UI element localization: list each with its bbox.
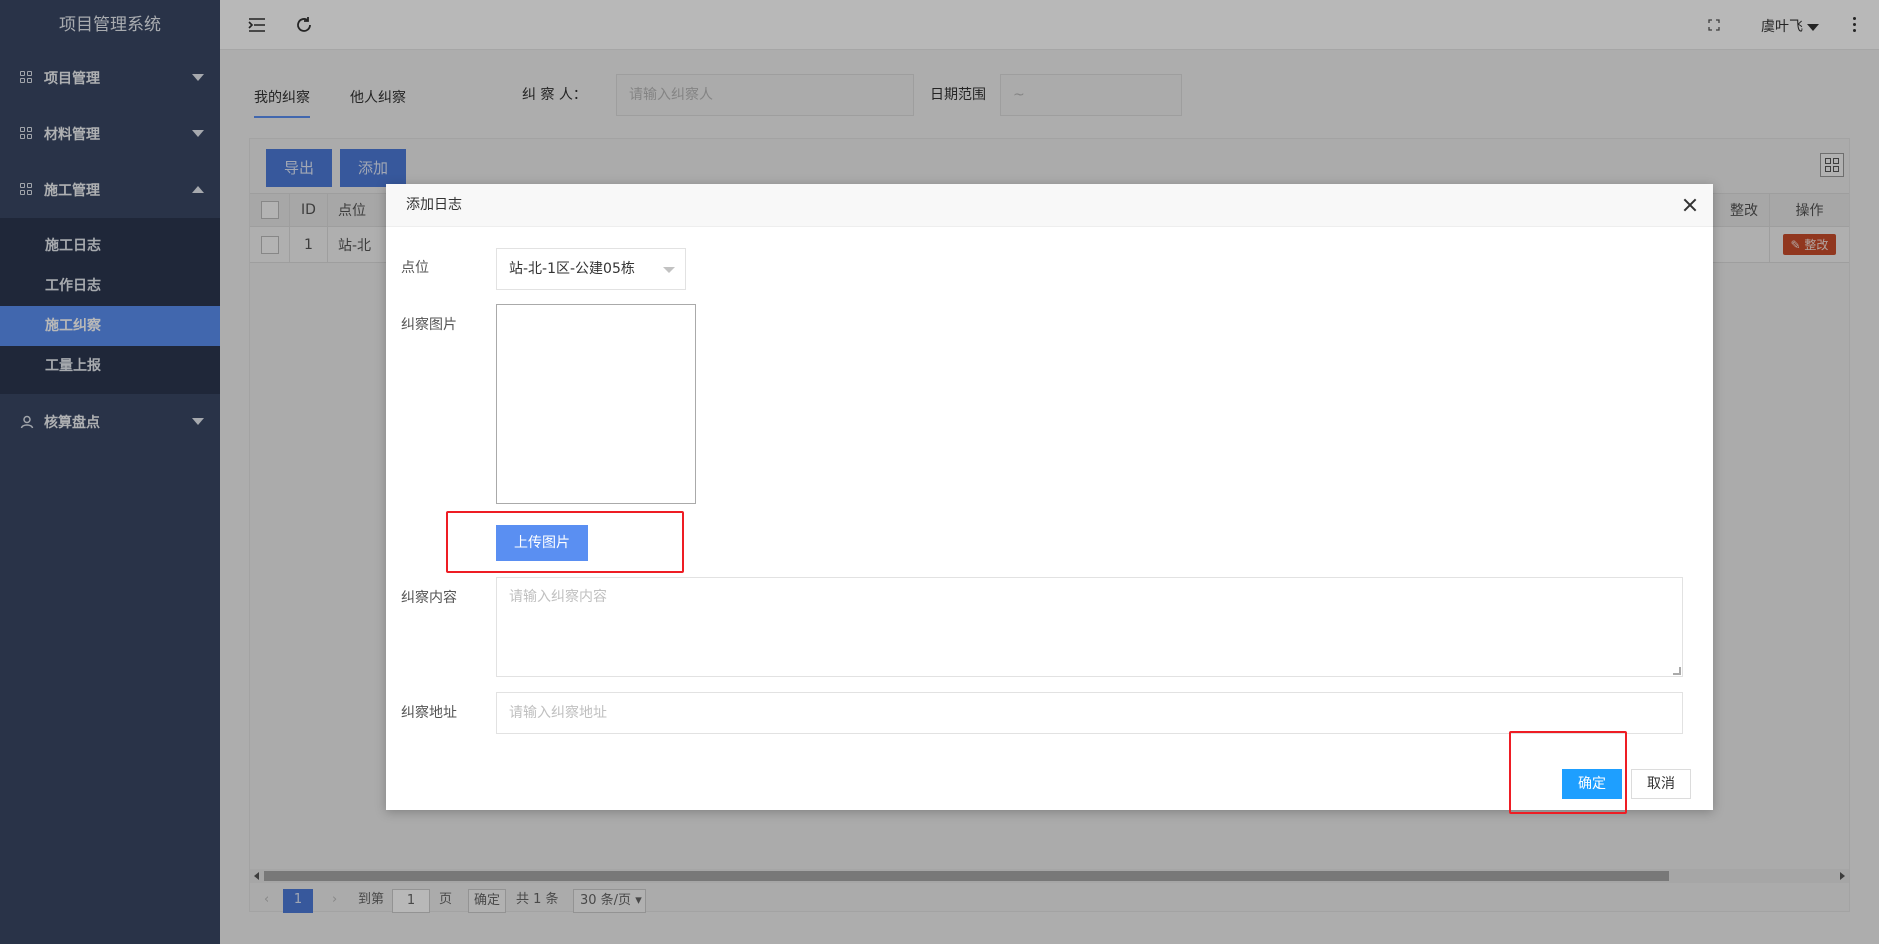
- close-icon[interactable]: [1679, 194, 1701, 216]
- cancel-button[interactable]: 取消: [1631, 769, 1691, 799]
- highlight-box-confirm: [1509, 731, 1627, 814]
- image-preview: [496, 304, 696, 504]
- location-label: 点位: [401, 260, 429, 276]
- highlight-box-upload: [446, 511, 684, 573]
- image-label: 纠察图片: [401, 317, 457, 333]
- resize-handle-icon[interactable]: [1673, 667, 1681, 675]
- address-label: 纠察地址: [401, 705, 457, 721]
- content-textarea[interactable]: 请输入纠察内容: [496, 577, 1683, 677]
- chevron-down-icon: [663, 267, 675, 273]
- dialog-title: 添加日志: [386, 184, 1713, 227]
- add-log-dialog: 添加日志 点位 站-北-1区-公建05栋 纠察图片 上传图片 纠察内容 请输入纠…: [386, 184, 1713, 810]
- content-label: 纠察内容: [401, 590, 457, 606]
- location-select[interactable]: 站-北-1区-公建05栋: [496, 248, 686, 290]
- address-input[interactable]: 请输入纠察地址: [496, 692, 1683, 734]
